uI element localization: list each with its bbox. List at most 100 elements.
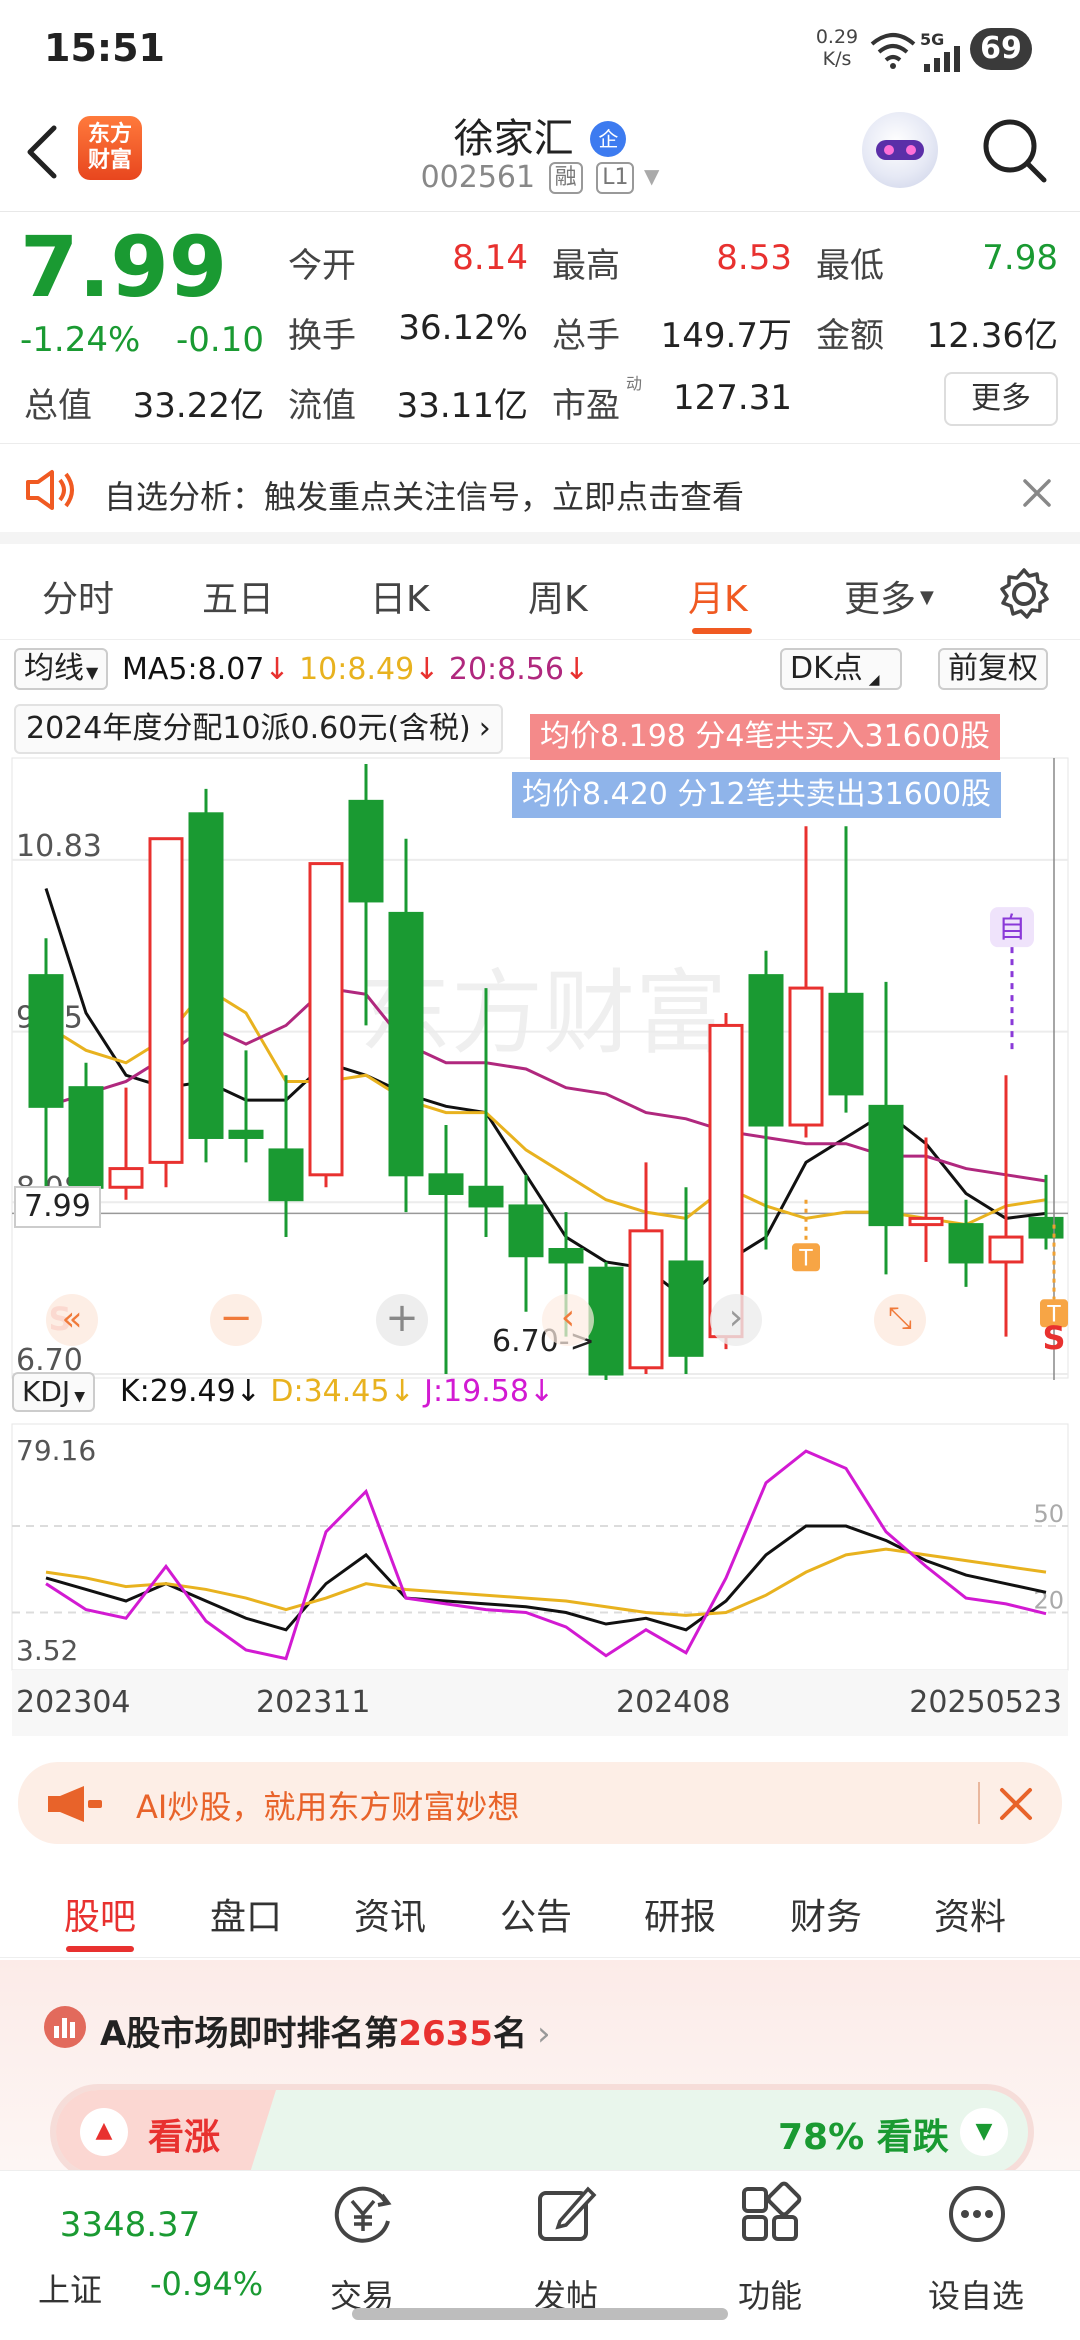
bearish-button-icon[interactable]: ▼ [960, 2108, 1008, 2156]
zoom-in-button[interactable]: + [376, 1294, 428, 1346]
ma10-down-arrow: ↓ [414, 652, 440, 687]
d-down-arrow: ↓ [389, 1374, 415, 1409]
scroll-left-button[interactable]: « [46, 1294, 98, 1346]
alert-text: 自选分析：触发重点关注信号，立即点击查看 [104, 478, 745, 516]
y-tick-label: 10.83 [16, 829, 102, 864]
amount-label: 金额 [816, 316, 884, 356]
ai-banner[interactable]: AI炒股，就用东方财富妙想 [18, 1762, 1062, 1844]
kdj-k-value: K:29.49 [120, 1374, 236, 1409]
rank-text[interactable]: A股市场即时排名第2635名 › [100, 2006, 551, 2055]
candle-body [548, 1248, 584, 1264]
search-icon[interactable] [980, 116, 1050, 186]
bearish-label[interactable]: 78% 看跌 [778, 2108, 949, 2160]
ma10-value: 10:8.49 [299, 652, 415, 687]
dropdown-caret-icon: ▼ [644, 164, 660, 188]
close-icon[interactable] [998, 1786, 1034, 1822]
open-value: 8.14 [452, 238, 528, 278]
rank-chart-icon [44, 2006, 86, 2048]
status-time: 15:51 [44, 26, 165, 70]
pe-label: 市盈 [552, 386, 620, 426]
low-value: 7.98 [982, 238, 1058, 278]
ma20-value: 20:8.56 [448, 652, 564, 687]
step-right-button[interactable]: › [710, 1294, 762, 1346]
tab-financials[interactable]: 财务 [790, 1888, 862, 1940]
tab-research[interactable]: 研报 [644, 1888, 716, 1940]
robot-assistant-icon[interactable] [862, 112, 938, 188]
settings-gear-icon[interactable] [996, 566, 1052, 622]
tab-profile[interactable]: 资料 [934, 1888, 1006, 1940]
period-tabs: 分时 五日 日K 周K 月K 更多 ▼ [0, 548, 1080, 640]
candle-body [68, 1086, 104, 1189]
trade-yen-icon[interactable] [330, 2181, 396, 2247]
volume-value: 149.7万 [660, 316, 792, 356]
active-tab-underline [692, 628, 752, 634]
ai-banner-text: AI炒股，就用东方财富妙想 [136, 1788, 520, 1826]
dk-point-label: DK点 [790, 651, 863, 686]
kdj-d-value: D:34.45 [270, 1374, 390, 1409]
bullish-button-icon[interactable]: ▲ [80, 2108, 128, 2156]
bullish-label[interactable]: 看涨 [148, 2108, 220, 2160]
dividend-note[interactable]: 2024年度分配10派0.60元(含税) › [14, 704, 503, 754]
index-change[interactable]: -0.94% [150, 2265, 263, 2303]
last-price-axis-label: 7.99 [14, 1186, 101, 1228]
j-down-arrow: ↓ [528, 1374, 555, 1409]
stock-code: 002561 [420, 160, 536, 195]
open-label: 今开 [288, 246, 356, 286]
x-tick-label: 20250523 [909, 1685, 1062, 1720]
turnover-value: 36.12% [398, 308, 528, 348]
candle-body [388, 911, 424, 1177]
status-bar: 15:51 0.29 K/s 5G 69 [0, 0, 1080, 100]
tab-intraday[interactable]: 分时 [42, 570, 114, 622]
turnover-label: 换手 [288, 316, 356, 356]
ma-indicator-select[interactable]: 均线 ▼ [14, 648, 109, 690]
stock-name: 徐家汇 [453, 116, 574, 162]
adjust-mode-button[interactable]: 前复权 [938, 648, 1048, 690]
tab-order-book[interactable]: 盘口 [210, 1888, 282, 1940]
close-icon[interactable] [1022, 478, 1052, 508]
buy-summary-note: 均价8.198 分4笔共买入31600股 [530, 714, 1000, 760]
high-label: 最高 [552, 246, 620, 286]
sell-summary-note: 均价8.420 分12笔共卖出31600股 [512, 772, 1002, 818]
tab-announcements[interactable]: 公告 [500, 1888, 572, 1940]
candle-body [268, 1148, 304, 1202]
kdj-indicator-select[interactable]: KDJ ▼ [12, 1372, 95, 1412]
index-value[interactable]: 3348.37 [0, 2205, 260, 2245]
ma5-down-arrow: ↓ [264, 652, 290, 687]
tab-daily-k[interactable]: 日K [370, 570, 430, 622]
kdj-min-tick: 3.52 [16, 1634, 78, 1667]
candle-body [788, 986, 824, 1127]
float-cap-value: 33.11亿 [396, 386, 528, 426]
tab-weekly-k[interactable]: 周K [528, 570, 588, 622]
dk-point-button[interactable]: DK点 ◢ [780, 648, 902, 690]
post-edit-icon[interactable] [534, 2181, 600, 2247]
more-options-icon[interactable] [944, 2181, 1010, 2247]
tab-five-day[interactable]: 五日 [202, 570, 274, 622]
pe-value: 127.31 [673, 378, 792, 418]
step-left-button[interactable]: ‹ [542, 1294, 594, 1346]
amount-value: 12.36亿 [926, 316, 1058, 356]
candle-body [588, 1266, 624, 1376]
tab-monthly-k[interactable]: 月K [688, 570, 748, 622]
fullscreen-button[interactable]: ⤡ [874, 1294, 926, 1346]
enterprise-badge: 企 [590, 121, 627, 157]
candle-body [348, 799, 384, 903]
nav-add-watchlist-label[interactable]: 设自选 [906, 2271, 1046, 2317]
margin-tag: 融 [548, 162, 583, 194]
candle-body [508, 1204, 544, 1258]
tab-news[interactable]: 资讯 [354, 1888, 426, 1940]
index-name[interactable]: 上证 [38, 2265, 102, 2311]
kdj-right-tick: 50 [1033, 1500, 1064, 1528]
net-speed: 0.29 K/s [812, 26, 862, 70]
kdj-chart[interactable]: 502079.163.52 202304 202311 202408 20250523 [0, 1420, 1080, 1750]
candle-body [668, 1260, 704, 1357]
zoom-out-button[interactable]: − [210, 1294, 262, 1346]
candle-body [468, 1185, 504, 1208]
active-tab-underline [66, 1946, 134, 1952]
more-quote-button[interactable]: 更多 [944, 372, 1058, 426]
tab-guba[interactable]: 股吧 [64, 1888, 136, 1940]
x-tick-label: 202311 [256, 1685, 371, 1720]
alert-bar[interactable]: 自选分析：触发重点关注信号，立即点击查看 [0, 444, 1080, 544]
tab-more[interactable]: 更多 ▼ [844, 570, 934, 622]
candle-body [428, 1173, 464, 1195]
functions-grid-icon[interactable] [738, 2181, 804, 2247]
